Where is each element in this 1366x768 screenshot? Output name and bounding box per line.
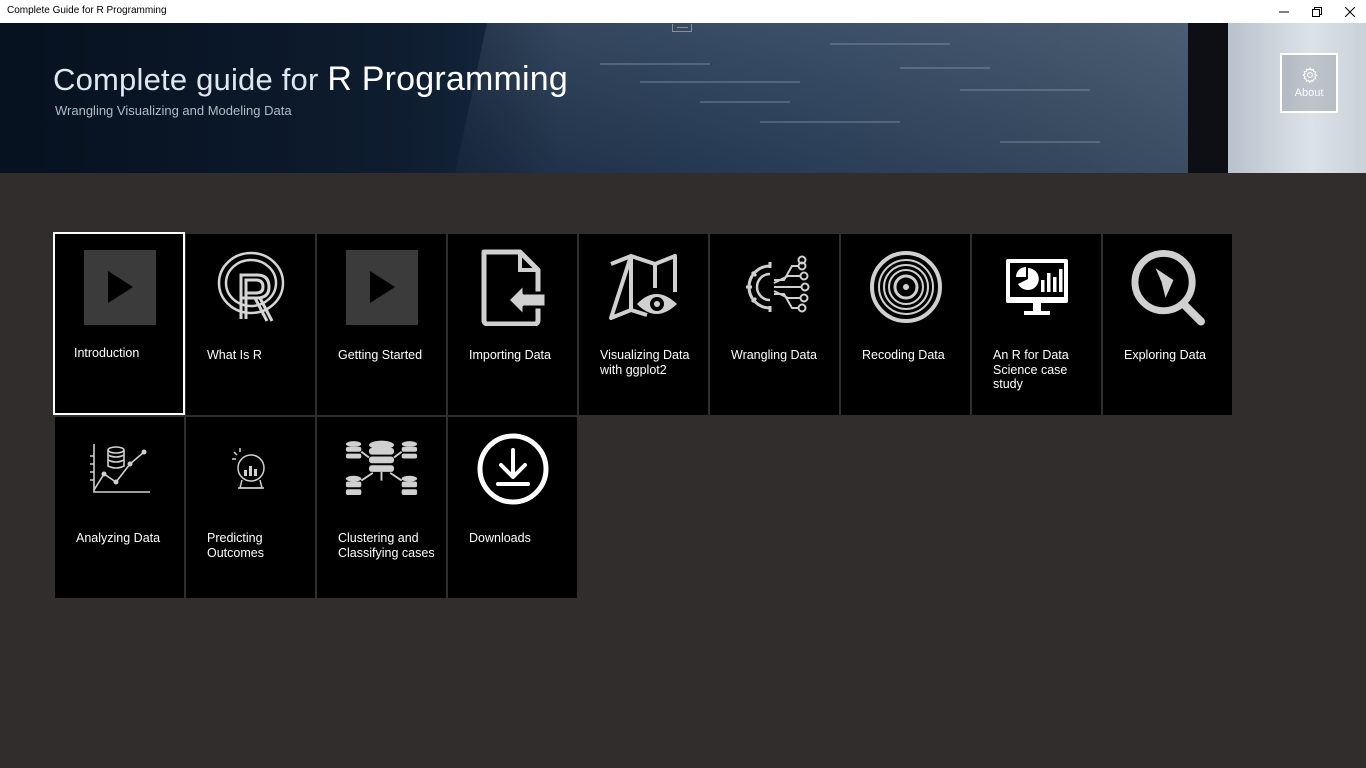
about-button[interactable]: About: [1280, 53, 1338, 113]
header-banner: Complete guide for R Programming Wrangli…: [0, 23, 1366, 173]
download-icon: [477, 433, 548, 505]
monitor-chart-icon: [1005, 259, 1068, 315]
monitor-frame: [1188, 23, 1228, 173]
tile-clustering-classifying[interactable]: Clustering and Classifying cases: [317, 417, 446, 598]
window-title: Complete Guide for R Programming: [7, 5, 167, 16]
tile-label: Predicting Outcomes: [207, 531, 264, 560]
tile-analyzing-data[interactable]: Analyzing Data: [55, 417, 184, 598]
tile-icon: [344, 431, 419, 509]
tile-label: Wrangling Data: [731, 348, 817, 362]
collapse-handle[interactable]: [672, 24, 692, 32]
code-line: [830, 43, 950, 45]
code-line: [1000, 141, 1100, 143]
tile-label: Clustering and Classifying cases: [338, 531, 435, 560]
tile-icon: [344, 248, 419, 326]
play-icon: [83, 249, 156, 325]
about-label: About: [1294, 87, 1324, 99]
tile-predicting-outcomes[interactable]: Predicting Outcomes: [186, 417, 315, 598]
tile-visualizing-data[interactable]: Visualizing Data with ggplot2: [579, 234, 708, 415]
tile-label: Downloads: [469, 531, 531, 545]
tile-label: Introduction: [74, 346, 140, 360]
close-button[interactable]: [1333, 0, 1366, 23]
restore-icon: [1311, 6, 1322, 17]
tile-label: Analyzing Data: [76, 531, 161, 545]
title-bar: Complete Guide for R Programming: [0, 0, 1366, 23]
tile-introduction[interactable]: Introduction: [53, 232, 185, 415]
tile-icon: [82, 431, 157, 509]
tile-r-data-science-case-study[interactable]: An R for Data Science case study: [972, 234, 1101, 415]
database-cluster-icon: [345, 440, 418, 495]
tile-label: What Is R: [207, 348, 262, 362]
page-title-prefix: Complete guide for: [53, 62, 328, 97]
page-title: Complete guide for R Programming: [53, 60, 568, 99]
tile-downloads[interactable]: Downloads: [448, 417, 577, 598]
tile-icon: [606, 248, 681, 326]
tile-exploring-data[interactable]: Exploring Data: [1103, 234, 1232, 415]
banner-background-image: [448, 23, 1252, 173]
database-line-chart-icon: [89, 444, 150, 493]
tile-label: Importing Data: [469, 348, 551, 362]
tile-importing-data[interactable]: Importing Data: [448, 234, 577, 415]
tile-icon: [1130, 248, 1205, 326]
tile-icon: [868, 248, 943, 326]
code-line: [700, 101, 790, 103]
minimize-icon: [1278, 11, 1289, 12]
gear-icon: [1302, 67, 1318, 83]
code-line: [760, 121, 900, 123]
tile-label: Exploring Data: [1124, 348, 1206, 362]
tile-label: Visualizing Data with ggplot2: [600, 348, 690, 377]
tile-icon: [213, 431, 288, 509]
code-line: [640, 81, 800, 83]
crystal-ball-icon: [231, 448, 265, 489]
tile-label: An R for Data Science case study: [993, 348, 1069, 391]
close-icon: [1344, 6, 1355, 17]
tile-icon: [213, 248, 288, 326]
minimize-button[interactable]: [1267, 0, 1300, 23]
gear-network-icon: [745, 255, 809, 313]
tile-label: Recoding Data: [862, 348, 945, 362]
play-icon: [345, 249, 418, 325]
tile-what-is-r[interactable]: What Is R: [186, 234, 315, 415]
page-title-emphasis: R Programming: [327, 60, 569, 98]
tile-icon: [999, 248, 1074, 326]
map-eye-icon: [608, 254, 677, 320]
tile-icon: [82, 248, 157, 326]
compass-search-icon: [1131, 249, 1205, 326]
code-line: [900, 67, 990, 69]
code-line: [600, 63, 710, 65]
tile-label: Getting Started: [338, 348, 423, 362]
file-import-icon: [481, 249, 547, 326]
restore-button[interactable]: [1300, 0, 1333, 23]
code-line: [960, 89, 1090, 91]
tile-getting-started[interactable]: Getting Started: [317, 234, 446, 415]
tile-icon: [475, 431, 550, 509]
r-logo-icon: [217, 251, 284, 322]
tile-wrangling-data[interactable]: Wrangling Data: [710, 234, 839, 415]
tile-icon: [737, 248, 812, 326]
page-subtitle: Wrangling Visualizing and Modeling Data: [55, 103, 292, 118]
vinyl-disc-icon: [869, 251, 942, 323]
tile-recoding-data[interactable]: Recoding Data: [841, 234, 970, 415]
tile-icon: [475, 248, 550, 326]
